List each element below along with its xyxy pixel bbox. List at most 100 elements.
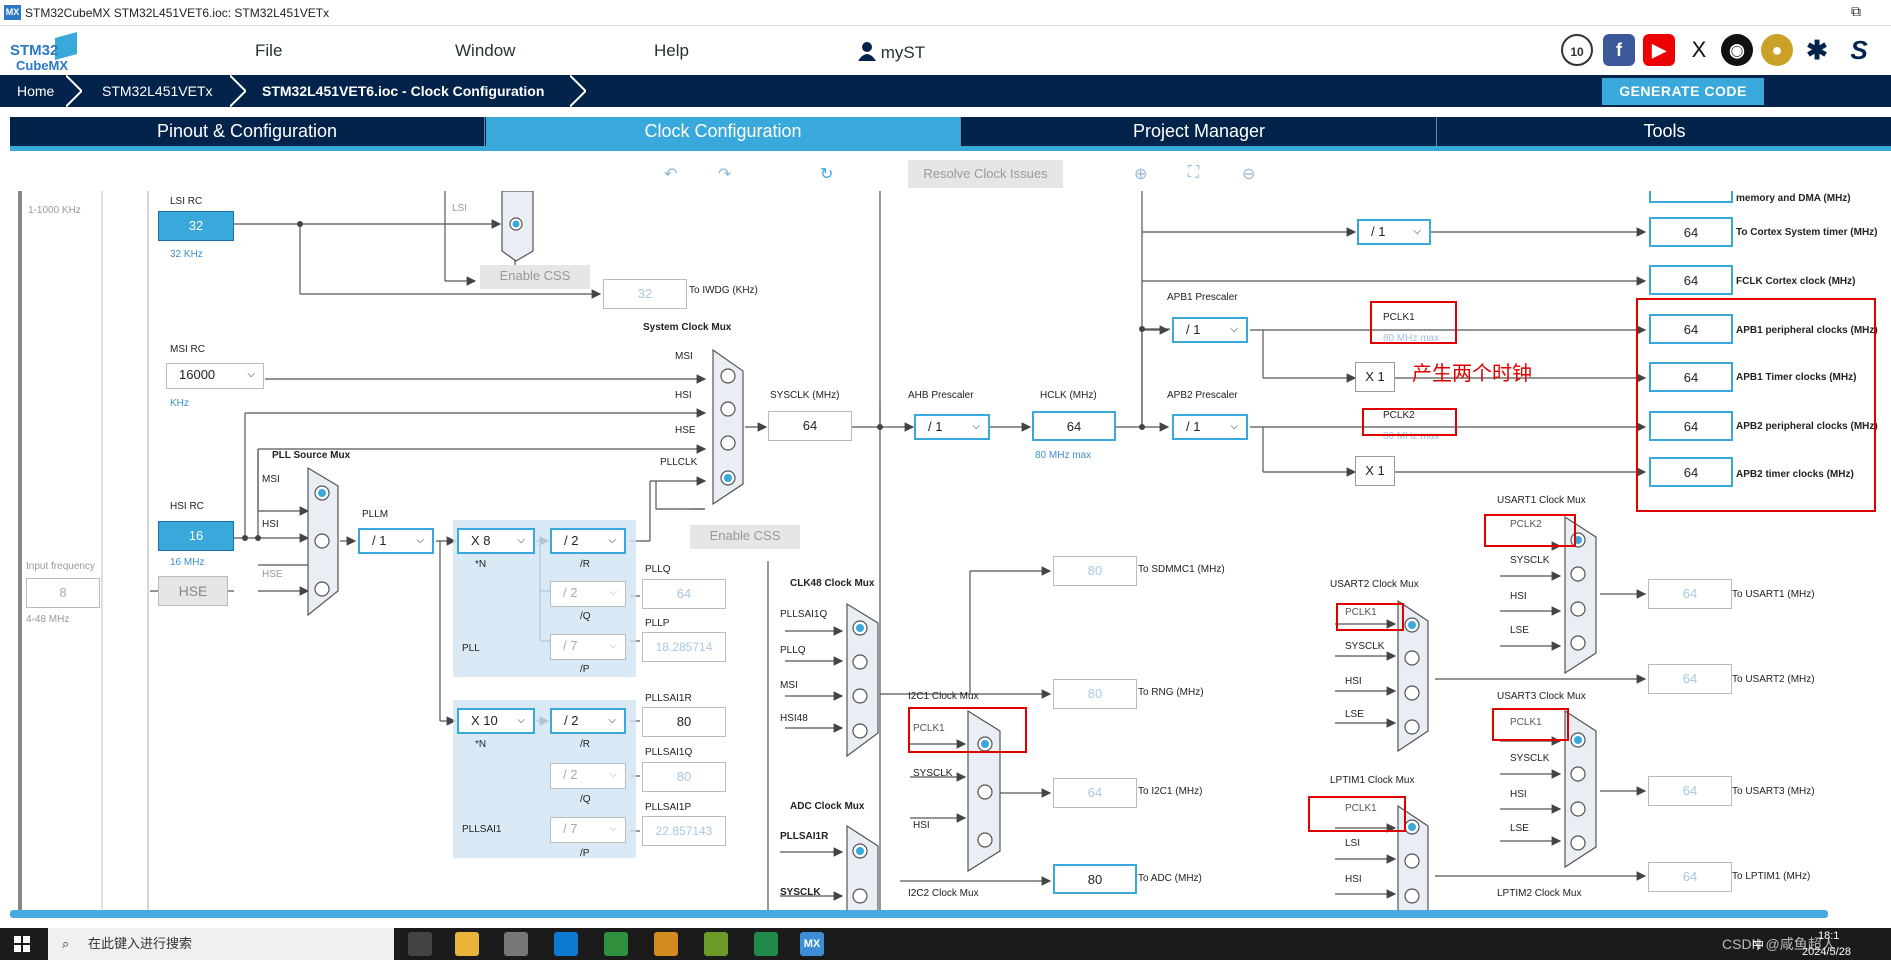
chevron-right-icon [570, 75, 586, 107]
restore-window-icon[interactable]: ⧉ [1851, 3, 1861, 20]
hclk-max-label: 80 MHz max [1035, 450, 1092, 461]
msi-rc-select[interactable]: 16000 ⌵ [166, 363, 264, 389]
taskbar-search-input[interactable]: ⌕ 在此键入进行搜索 [48, 928, 394, 960]
redo-icon[interactable]: ↷ [718, 164, 731, 184]
apb1-prescaler-label: APB1 Prescaler [1167, 292, 1238, 303]
breadcrumb-device[interactable]: STM32L451VETx [102, 83, 213, 99]
hsi-rc-label: HSI RC [170, 501, 204, 512]
adc-value[interactable]: 80 [1053, 864, 1137, 894]
youtube-icon[interactable]: ▶ [1643, 34, 1675, 66]
apb1-timer-value[interactable]: 64 [1649, 362, 1733, 392]
reset-icon[interactable]: ↻ [820, 164, 833, 184]
sys-mux-hse-label: HSE [675, 425, 696, 436]
resolve-clock-issues-button[interactable]: Resolve Clock Issues [908, 160, 1063, 188]
windows-start-icon[interactable] [14, 936, 30, 952]
task-view-icon[interactable] [408, 932, 432, 956]
apb2-prescaler-select[interactable]: / 1 ⌵ [1172, 414, 1248, 440]
ime-indicator[interactable]: 中 [1752, 936, 1764, 953]
pll-r-select[interactable]: / 2 ⌵ [550, 528, 626, 554]
chevron-down-icon: ⌵ [972, 421, 980, 432]
usart2-in-hsi: HSI [1345, 676, 1362, 687]
x-icon[interactable]: X [1683, 34, 1715, 66]
hse-block[interactable]: HSE [158, 576, 228, 606]
usart2-in-lse: LSE [1345, 709, 1364, 720]
social-links: 10 f ▶ X ◉ ● ✱ S [1561, 34, 1891, 68]
pll-mux-hsi-label: HSI [262, 519, 279, 530]
sai-n-select[interactable]: X 10 ⌵ [457, 708, 535, 734]
pll-mux-msi-label: MSI [262, 474, 280, 485]
apb2-peripheral-value[interactable]: 64 [1649, 411, 1733, 441]
st-logo-icon[interactable]: S [1843, 34, 1875, 66]
adc-mux-label: ADC Clock Mux [790, 801, 865, 812]
app-icon-generic[interactable] [704, 932, 728, 956]
zoom-in-icon[interactable]: ⊕ [1134, 164, 1147, 184]
chevron-right-icon [230, 75, 246, 107]
menu-help[interactable]: Help [654, 41, 689, 61]
chevron-down-icon: ⌵ [609, 769, 617, 780]
anniversary-icon[interactable]: 10 [1561, 34, 1593, 66]
adc-in-pllsai1r: PLLSAI1R [780, 831, 829, 842]
undo-icon[interactable]: ↶ [664, 164, 677, 184]
breadcrumb-page[interactable]: STM32L451VET6.ioc - Clock Configuration [262, 83, 544, 99]
hclk-value[interactable]: 64 [1032, 411, 1116, 441]
sai-p-select[interactable]: / 7 ⌵ [550, 817, 626, 843]
tab-clock-configuration[interactable]: Clock Configuration [486, 117, 961, 146]
i2c1-in-sysclk: SYSCLK [913, 768, 953, 779]
pllsai1r-label: PLLSAI1R [645, 693, 692, 704]
generate-code-button[interactable]: GENERATE CODE [1602, 78, 1764, 105]
horizontal-scrollbar[interactable] [10, 910, 1828, 918]
pllsai1q-label: PLLSAI1Q [645, 747, 693, 758]
sai-q-select[interactable]: / 2 ⌵ [550, 763, 626, 789]
hsi-rc-value: 16 [158, 521, 234, 551]
cortex-timer-value[interactable]: 64 [1649, 217, 1733, 247]
pllsai1r-value: 80 [642, 707, 726, 737]
pll-p-label: /P [580, 664, 590, 675]
ahb-prescaler-label: AHB Prescaler [908, 390, 974, 401]
sai-r-select[interactable]: / 2 ⌵ [550, 708, 626, 734]
tab-pinout[interactable]: Pinout & Configuration [10, 117, 485, 146]
hse-input-frequency[interactable]: 8 [26, 578, 100, 608]
taskbar-search-placeholder: 在此键入进行搜索 [88, 936, 193, 951]
pll-p-select[interactable]: / 7 ⌵ [550, 634, 626, 660]
fclk-label: FCLK Cortex clock (MHz) [1736, 276, 1856, 287]
vscode-icon[interactable] [554, 932, 578, 956]
file-explorer-icon[interactable] [455, 932, 479, 956]
apb1-prescaler-select[interactable]: / 1 ⌵ [1172, 317, 1248, 343]
pll-source-mux-label: PLL Source Mux [272, 450, 351, 461]
cubemx-taskbar-icon[interactable]: MX [800, 932, 824, 956]
pll-block-label: PLL [462, 643, 480, 654]
terminal-icon[interactable] [504, 932, 528, 956]
zoom-out-icon[interactable]: ⊖ [1242, 164, 1255, 184]
pll-n-select[interactable]: X 8 ⌵ [457, 528, 535, 554]
enable-css-hse-button[interactable]: Enable CSS [690, 525, 800, 549]
github-icon[interactable]: ◉ [1721, 34, 1753, 66]
chevron-down-icon: ⌵ [517, 535, 525, 546]
tab-tools[interactable]: Tools [1438, 117, 1891, 146]
enable-css-lsi-button[interactable]: Enable CSS [480, 265, 590, 289]
editor-icon[interactable] [604, 932, 628, 956]
fit-screen-icon[interactable]: ⛶ [1188, 164, 1199, 182]
tool-icon[interactable] [654, 932, 678, 956]
keil-icon[interactable] [754, 932, 778, 956]
ahb-prescaler-select[interactable]: / 1 ⌵ [914, 414, 990, 440]
breadcrumb-home[interactable]: Home [17, 83, 54, 99]
sai-p-value: / 7 [563, 821, 578, 836]
network-icon[interactable]: ✱ [1801, 34, 1833, 66]
fclk-value[interactable]: 64 [1649, 265, 1733, 295]
apb1-peripheral-value[interactable]: 64 [1649, 314, 1733, 344]
apb2-timer-value[interactable]: 64 [1649, 457, 1733, 487]
menu-window[interactable]: Window [455, 41, 515, 61]
lptim1-value: 64 [1648, 862, 1732, 892]
facebook-icon[interactable]: f [1603, 34, 1635, 66]
pll-q-value: / 2 [563, 585, 578, 600]
pll-mux-hse-label: HSE [262, 569, 283, 580]
menu-myst[interactable]: myST [858, 41, 925, 63]
systick-divider-select[interactable]: / 1 ⌵ [1357, 219, 1431, 245]
menu-file[interactable]: File [255, 41, 282, 61]
tab-project-manager[interactable]: Project Manager [962, 117, 1437, 146]
pll-q-select[interactable]: / 2 ⌵ [550, 581, 626, 607]
clock-tree-canvas: 1-1000 KHz Input frequency 8 4-48 MHz LS… [0, 191, 1891, 911]
community-icon[interactable]: ● [1761, 34, 1793, 66]
pllm-select[interactable]: / 1 ⌵ [358, 528, 434, 554]
msi-unit: KHz [170, 398, 189, 409]
